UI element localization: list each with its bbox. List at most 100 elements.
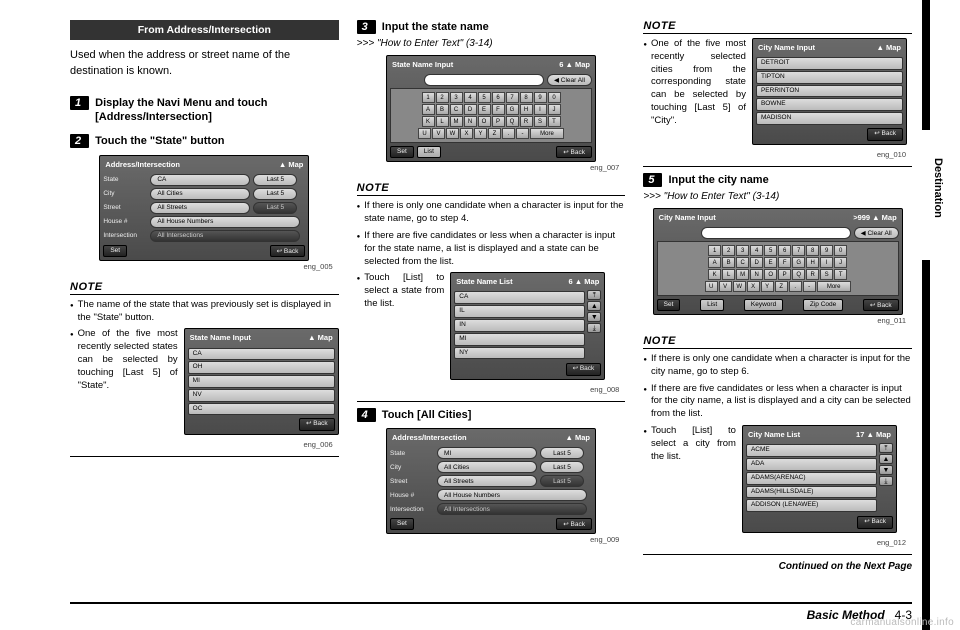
list-item[interactable]: OH: [188, 361, 335, 374]
key[interactable]: B: [722, 257, 735, 268]
list-item[interactable]: BOWNE: [756, 98, 903, 111]
key[interactable]: 5: [764, 245, 777, 256]
key[interactable]: F: [492, 104, 505, 115]
scroll-bottom-icon[interactable]: ⤓: [879, 476, 893, 486]
list-item[interactable]: ADAMS(HILLSDALE): [746, 486, 877, 499]
key[interactable]: K: [708, 269, 721, 280]
back-button[interactable]: ↩ Back: [566, 363, 602, 376]
list-item[interactable]: OC: [188, 403, 335, 416]
state-last5[interactable]: Last 5: [540, 447, 584, 459]
key[interactable]: H: [520, 104, 533, 115]
back-button[interactable]: ↩ Back: [270, 245, 306, 257]
key[interactable]: K: [422, 116, 435, 127]
list-item[interactable]: NY: [454, 347, 585, 360]
keyword-button[interactable]: Keyword: [744, 299, 783, 311]
list-item[interactable]: ADDISON (LENAWEE): [746, 499, 877, 512]
key[interactable]: E: [764, 257, 777, 268]
state-last5[interactable]: Last 5: [253, 174, 297, 186]
more-key[interactable]: More: [530, 128, 564, 139]
key[interactable]: 0: [834, 245, 847, 256]
back-button[interactable]: ↩ Back: [867, 128, 903, 141]
key[interactable]: U: [705, 281, 718, 292]
key[interactable]: H: [806, 257, 819, 268]
list-item[interactable]: MI: [454, 333, 585, 346]
key[interactable]: V: [432, 128, 445, 139]
key[interactable]: T: [834, 269, 847, 280]
state-button[interactable]: MI: [437, 447, 537, 459]
clear-all-button[interactable]: ◀ Clear All: [547, 74, 592, 86]
key[interactable]: Y: [474, 128, 487, 139]
back-button[interactable]: ↩ Back: [556, 146, 592, 158]
key[interactable]: D: [750, 257, 763, 268]
key[interactable]: P: [492, 116, 505, 127]
map-icon[interactable]: ▲ Map: [279, 160, 304, 169]
key[interactable]: 4: [750, 245, 763, 256]
key[interactable]: .: [789, 281, 802, 292]
key[interactable]: 3: [736, 245, 749, 256]
key[interactable]: J: [834, 257, 847, 268]
scroll-top-icon[interactable]: ⤒: [587, 290, 601, 300]
key[interactable]: 8: [520, 92, 533, 103]
list-item[interactable]: ADA: [746, 458, 877, 471]
key[interactable]: W: [446, 128, 459, 139]
list-item[interactable]: IL: [454, 305, 585, 318]
key[interactable]: X: [747, 281, 760, 292]
list-item[interactable]: MADISON: [756, 112, 903, 125]
key[interactable]: 1: [422, 92, 435, 103]
key[interactable]: G: [792, 257, 805, 268]
key[interactable]: Y: [761, 281, 774, 292]
key[interactable]: M: [450, 116, 463, 127]
key[interactable]: -: [516, 128, 529, 139]
list-item[interactable]: CA: [454, 291, 585, 304]
key[interactable]: Q: [506, 116, 519, 127]
key[interactable]: U: [418, 128, 431, 139]
scroll-up-icon[interactable]: ▲: [879, 454, 893, 464]
list-item[interactable]: IN: [454, 319, 585, 332]
key[interactable]: L: [722, 269, 735, 280]
key[interactable]: 2: [436, 92, 449, 103]
list-item[interactable]: ADAMS(ARENAC): [746, 472, 877, 485]
more-key[interactable]: More: [817, 281, 851, 292]
key[interactable]: A: [422, 104, 435, 115]
house-button[interactable]: All House Numbers: [437, 489, 587, 501]
key[interactable]: 6: [778, 245, 791, 256]
back-button[interactable]: ↩ Back: [556, 518, 592, 530]
key[interactable]: 7: [792, 245, 805, 256]
key[interactable]: 0: [548, 92, 561, 103]
key[interactable]: Z: [488, 128, 501, 139]
key[interactable]: N: [464, 116, 477, 127]
key[interactable]: R: [520, 116, 533, 127]
list-item[interactable]: DETROIT: [756, 57, 903, 70]
city-button[interactable]: All Cities: [150, 188, 250, 200]
key[interactable]: F: [778, 257, 791, 268]
state-button[interactable]: CA: [150, 174, 250, 186]
list-item[interactable]: MI: [188, 375, 335, 388]
street-button[interactable]: All Streets: [150, 202, 250, 214]
key[interactable]: 7: [506, 92, 519, 103]
key[interactable]: W: [733, 281, 746, 292]
key[interactable]: 4: [464, 92, 477, 103]
key[interactable]: 9: [534, 92, 547, 103]
key[interactable]: 6: [492, 92, 505, 103]
key[interactable]: M: [736, 269, 749, 280]
key[interactable]: A: [708, 257, 721, 268]
list-item[interactable]: PERRINTON: [756, 85, 903, 98]
clear-all-button[interactable]: ◀ Clear All: [854, 227, 899, 239]
key[interactable]: N: [750, 269, 763, 280]
set-button[interactable]: Set: [390, 146, 414, 158]
back-button[interactable]: ↩ Back: [857, 516, 893, 529]
list-item[interactable]: ACME: [746, 444, 877, 457]
key[interactable]: -: [803, 281, 816, 292]
key[interactable]: O: [478, 116, 491, 127]
key[interactable]: I: [534, 104, 547, 115]
list-button[interactable]: List: [700, 299, 724, 311]
key[interactable]: B: [436, 104, 449, 115]
key[interactable]: X: [460, 128, 473, 139]
map-icon[interactable]: ▲ Map: [876, 43, 901, 53]
key[interactable]: S: [820, 269, 833, 280]
key[interactable]: 1: [708, 245, 721, 256]
key[interactable]: Q: [792, 269, 805, 280]
key[interactable]: G: [506, 104, 519, 115]
key[interactable]: D: [464, 104, 477, 115]
house-button[interactable]: All House Numbers: [150, 216, 300, 228]
